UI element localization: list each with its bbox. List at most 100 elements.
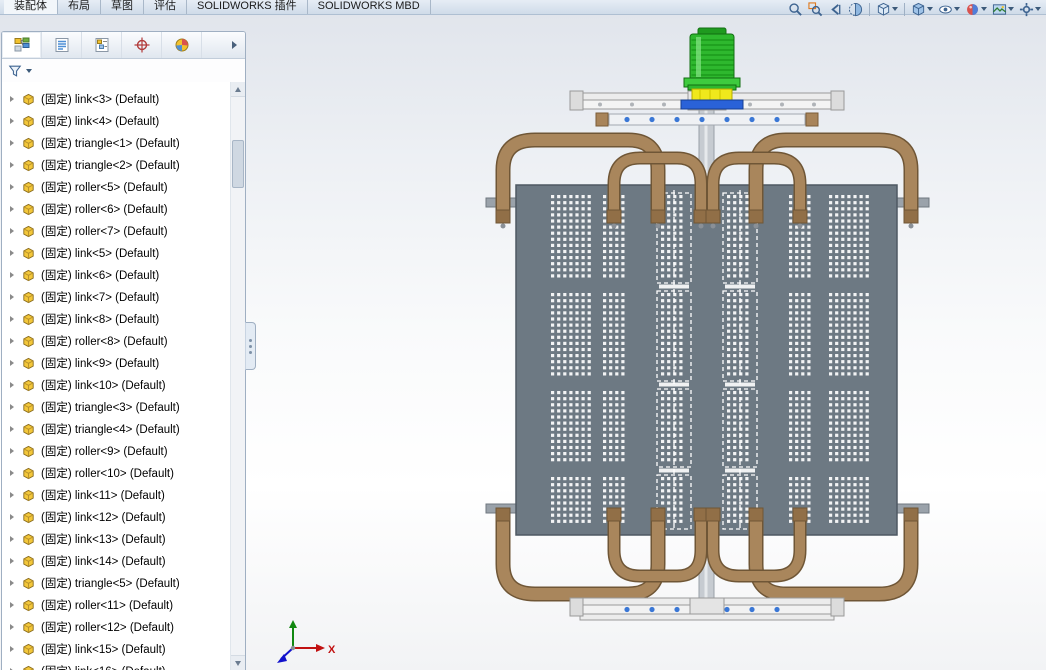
toolbar-separator: [904, 3, 905, 16]
expand-arrow-icon[interactable]: [10, 228, 14, 234]
panel-tab-featuremanager[interactable]: [2, 32, 42, 58]
expand-arrow-icon[interactable]: [10, 206, 14, 212]
expand-arrow-icon[interactable]: [10, 624, 14, 630]
previous-view-icon[interactable]: [826, 1, 845, 18]
expand-arrow-icon[interactable]: [10, 360, 14, 366]
part-icon: [21, 136, 36, 151]
tree-item-7[interactable]: (固定) roller<7> (Default): [2, 220, 231, 242]
expand-arrow-icon[interactable]: [10, 162, 14, 168]
section-view-icon[interactable]: [846, 1, 865, 18]
tree-item-25[interactable]: (固定) roller<12> (Default): [2, 616, 231, 638]
expand-arrow-icon[interactable]: [10, 426, 14, 432]
scroll-thumb[interactable]: [232, 140, 244, 188]
dropdown-caret-icon[interactable]: [981, 7, 987, 11]
tree-item-27[interactable]: (固定) link<16> (Default): [2, 660, 231, 670]
dropdown-caret-icon[interactable]: [1008, 7, 1014, 11]
tree-item-20[interactable]: (固定) link<12> (Default): [2, 506, 231, 528]
perforated-panel[interactable]: [516, 185, 897, 535]
tree-item-6[interactable]: (固定) roller<6> (Default): [2, 198, 231, 220]
zoom-to-fit-icon[interactable]: [786, 1, 805, 18]
command-tab-assembly[interactable]: 装配体: [4, 0, 58, 14]
expand-arrow-icon[interactable]: [10, 580, 14, 586]
scroll-up-button[interactable]: [231, 82, 245, 97]
tree-item-24[interactable]: (固定) roller<11> (Default): [2, 594, 231, 616]
tree-item-14[interactable]: (固定) link<10> (Default): [2, 374, 231, 396]
command-tab-sw-mbd[interactable]: SOLIDWORKS MBD: [308, 0, 431, 14]
tree-item-19[interactable]: (固定) link<11> (Default): [2, 484, 231, 506]
tree-item-3[interactable]: (固定) triangle<1> (Default): [2, 132, 231, 154]
part-icon: [21, 664, 36, 670]
dropdown-caret-icon[interactable]: [954, 7, 960, 11]
tree-scrollbar[interactable]: [230, 82, 245, 670]
panel-tab-dimxpertmanager[interactable]: [122, 32, 162, 58]
dropdown-caret-icon[interactable]: [892, 7, 898, 11]
dropdown-caret-icon[interactable]: [927, 7, 933, 11]
edit-appearance-icon[interactable]: [963, 1, 989, 18]
expand-arrow-icon[interactable]: [10, 382, 14, 388]
apply-scene-icon[interactable]: [990, 1, 1016, 18]
command-tab-sw-addins[interactable]: SOLIDWORKS 插件: [187, 0, 308, 14]
tree-item-2[interactable]: (固定) link<4> (Default): [2, 110, 231, 132]
part-icon: [21, 620, 36, 635]
expand-arrow-icon[interactable]: [10, 602, 14, 608]
view-settings-icon[interactable]: [1017, 1, 1043, 18]
tree-item-11[interactable]: (固定) link<8> (Default): [2, 308, 231, 330]
command-tab-layout[interactable]: 布局: [58, 0, 101, 14]
tree-item-9[interactable]: (固定) link<6> (Default): [2, 264, 231, 286]
command-tab-sketch[interactable]: 草图: [101, 0, 144, 14]
expand-arrow-icon[interactable]: [10, 404, 14, 410]
view-orientation-icon[interactable]: [874, 1, 900, 18]
expand-arrow-icon[interactable]: [10, 272, 14, 278]
tree-item-26[interactable]: (固定) link<15> (Default): [2, 638, 231, 660]
tree-item-18[interactable]: (固定) roller<10> (Default): [2, 462, 231, 484]
expand-arrow-icon[interactable]: [10, 558, 14, 564]
scroll-down-button[interactable]: [231, 655, 245, 670]
display-style-icon[interactable]: [909, 1, 935, 18]
expand-arrow-icon[interactable]: [10, 316, 14, 322]
tree-item-label: (固定) link<9> (Default): [41, 355, 159, 371]
expand-arrow-icon[interactable]: [10, 294, 14, 300]
hide-show-items-icon[interactable]: [936, 1, 962, 18]
command-tab-evaluate[interactable]: 评估: [144, 0, 187, 14]
tree-item-22[interactable]: (固定) link<14> (Default): [2, 550, 231, 572]
tree-item-13[interactable]: (固定) link<9> (Default): [2, 352, 231, 374]
expand-arrow-icon[interactable]: [10, 140, 14, 146]
expand-arrow-icon[interactable]: [10, 470, 14, 476]
tree-item-16[interactable]: (固定) triangle<4> (Default): [2, 418, 231, 440]
dropdown-caret-icon[interactable]: [1035, 7, 1041, 11]
filter-dropdown-caret-icon[interactable]: [26, 69, 32, 73]
part-icon: [21, 158, 36, 173]
expand-arrow-icon[interactable]: [10, 96, 14, 102]
bottom-rail-assembly[interactable]: [570, 598, 844, 620]
tree-item-12[interactable]: (固定) roller<8> (Default): [2, 330, 231, 352]
tree-item-15[interactable]: (固定) triangle<3> (Default): [2, 396, 231, 418]
expand-arrow-icon[interactable]: [10, 338, 14, 344]
panel-tab-configurationmanager[interactable]: [82, 32, 122, 58]
down-arrow-icon: [235, 661, 241, 666]
panel-collapse-button[interactable]: [223, 32, 245, 58]
tree-item-17[interactable]: (固定) roller<9> (Default): [2, 440, 231, 462]
expand-arrow-icon[interactable]: [10, 448, 14, 454]
tree-item-1[interactable]: (固定) link<3> (Default): [2, 88, 231, 110]
part-icon: [21, 290, 36, 305]
tree-item-23[interactable]: (固定) triangle<5> (Default): [2, 572, 231, 594]
expand-arrow-icon[interactable]: [10, 118, 14, 124]
expand-arrow-icon[interactable]: [10, 536, 14, 542]
panel-tab-propertymanager[interactable]: [42, 32, 82, 58]
expand-arrow-icon[interactable]: [10, 646, 14, 652]
tree-item-8[interactable]: (固定) link<5> (Default): [2, 242, 231, 264]
filter-funnel-icon[interactable]: [8, 64, 22, 78]
feature-manager-panel: (固定) link<3> (Default)(固定) link<4> (Defa…: [1, 31, 246, 670]
panel-tab-displaymanager[interactable]: [162, 32, 202, 58]
expand-arrow-icon[interactable]: [10, 184, 14, 190]
tree-item-21[interactable]: (固定) link<13> (Default): [2, 528, 231, 550]
expand-arrow-icon[interactable]: [10, 514, 14, 520]
panel-resize-grip[interactable]: [245, 322, 256, 370]
tree-item-5[interactable]: (固定) roller<5> (Default): [2, 176, 231, 198]
tree-item-10[interactable]: (固定) link<7> (Default): [2, 286, 231, 308]
tree-item-4[interactable]: (固定) triangle<2> (Default): [2, 154, 231, 176]
zoom-to-area-icon[interactable]: [806, 1, 825, 18]
expand-arrow-icon[interactable]: [10, 492, 14, 498]
expand-arrow-icon[interactable]: [10, 250, 14, 256]
part-icon: [21, 576, 36, 591]
